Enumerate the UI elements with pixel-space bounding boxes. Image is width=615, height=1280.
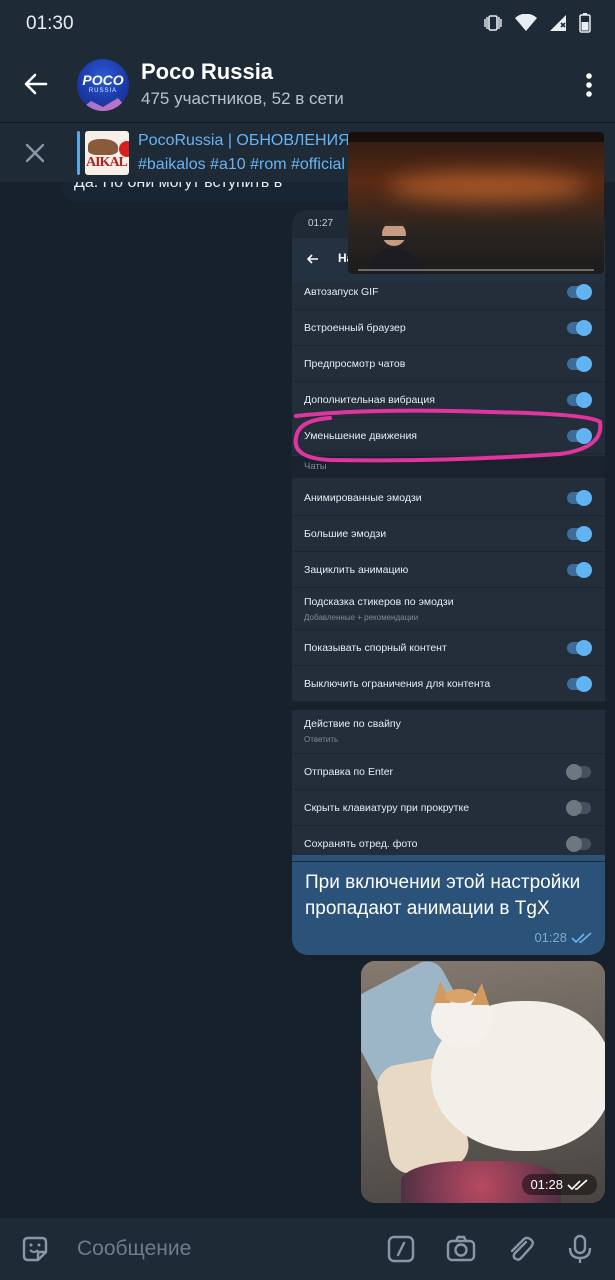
message-meta: 01:28 (534, 930, 593, 945)
slash-command-icon (387, 1235, 415, 1263)
setting-row: Зациклить анимацию (292, 552, 605, 588)
status-bar: 01:30 (0, 0, 615, 48)
toggle-switch (566, 836, 591, 852)
photo-time: 01:28 (530, 1177, 563, 1192)
setting-label: Большие эмодзи (304, 528, 387, 540)
setting-row: Предпросмотр чатов (292, 346, 605, 382)
setting-row: Отправка по Enter (292, 754, 605, 790)
pip-video-player[interactable] (348, 132, 604, 274)
setting-label: Анимированные эмодзи (304, 492, 422, 504)
message-input[interactable]: Сообщение (77, 1237, 191, 1261)
toggle-switch (567, 676, 592, 692)
setting-row: Встроенный браузер (292, 310, 605, 346)
toggle-switch (567, 320, 592, 336)
toggle-switch (567, 356, 592, 372)
camera-button[interactable] (446, 1234, 476, 1264)
toggle-switch (567, 526, 592, 542)
chat-header: POCO RUSSIA Poco Russia 475 участников, … (0, 48, 615, 122)
toggle-switch (567, 562, 592, 578)
setting-row: Выключить ограничения для контента (292, 666, 605, 702)
avatar-subtext: RUSSIA (88, 88, 118, 94)
chat-subtitle: 475 участников, 52 в сети (141, 89, 344, 108)
settings-screenshot[interactable]: 01:27 На Автозапуск GIF Встроенный брауз… (292, 210, 605, 862)
setting-row: Анимированные эмодзи (292, 480, 605, 516)
section-header: Чаты (292, 456, 605, 478)
setting-label: Автозапуск GIF (304, 286, 379, 298)
chat-title[interactable]: Poco Russia (141, 59, 273, 85)
setting-label: Дополнительная вибрация (304, 394, 435, 406)
toggle-switch (567, 640, 592, 656)
message-text: При включении этой настройки пропадают а… (305, 872, 581, 919)
voice-button[interactable] (565, 1234, 595, 1264)
setting-row: Автозапуск GIF (292, 274, 605, 310)
pin-accent-line (77, 131, 80, 175)
pin-close-button[interactable] (24, 142, 46, 164)
setting-label: Подсказка стикеров по эмодзи (304, 596, 454, 608)
status-icons (483, 13, 591, 33)
setting-row: Большие эмодзи (292, 516, 605, 552)
arrow-left-icon (306, 254, 318, 264)
attach-button[interactable] (506, 1234, 536, 1264)
double-check-icon (571, 931, 592, 943)
setting-label: Зациклить анимацию (304, 564, 409, 576)
message-composer: Сообщение (0, 1218, 615, 1280)
sticker-icon (22, 1236, 48, 1262)
arrow-left-icon (24, 73, 48, 95)
setting-row: Подсказка стикеров по эмодзи Добавленные … (292, 588, 605, 630)
more-vertical-icon (586, 73, 592, 97)
back-button[interactable] (20, 68, 52, 100)
avatar-text: POCO (82, 72, 124, 88)
chat-avatar[interactable]: POCO RUSSIA (77, 59, 129, 111)
camera-icon (446, 1235, 476, 1262)
vibrate-icon (483, 14, 503, 32)
toggle-switch (566, 764, 591, 780)
pin-thumb-text: AIKAL (86, 155, 128, 170)
section-gap (292, 702, 605, 710)
setting-label: Действие по свайпу (304, 718, 401, 730)
more-menu-button[interactable] (583, 70, 595, 100)
double-check-icon (567, 1178, 588, 1190)
setting-sublabel: Ответить (304, 735, 339, 744)
setting-sublabel: Добавленные + рекомендации (304, 613, 419, 622)
setting-row: Дополнительная вибрация (292, 382, 605, 418)
photo-message[interactable]: 01:28 (361, 961, 605, 1203)
microphone-icon (568, 1234, 592, 1263)
setting-row: Действие по свайпу Ответить (292, 710, 605, 754)
toggle-switch (567, 284, 592, 300)
setting-label: Выключить ограничения для контента (304, 678, 491, 690)
setting-label: Отправка по Enter (304, 766, 394, 778)
setting-label: Встроенный браузер (304, 322, 406, 334)
setting-label: Скрыть клавиатуру при прокрутке (304, 802, 470, 814)
sticker-button[interactable] (20, 1234, 50, 1264)
setting-row: Скрыть клавиатуру при прокрутке (292, 790, 605, 826)
status-time: 01:30 (26, 13, 74, 34)
toggle-switch (567, 490, 592, 506)
screenshot-time: 01:27 (308, 218, 334, 229)
close-icon (25, 143, 45, 163)
command-button[interactable] (386, 1234, 416, 1264)
setting-label: Показывать спорный контент (304, 642, 447, 654)
toggle-switch (566, 800, 591, 816)
setting-label: Сохранять отред. фото (304, 838, 418, 850)
section-label: Чаты (304, 461, 327, 472)
paperclip-icon (510, 1236, 534, 1261)
toggle-switch (567, 392, 592, 408)
setting-label: Предпросмотр чатов (304, 358, 406, 370)
pin-thumbnail: AIKAL (85, 131, 129, 175)
signal-icon (549, 14, 567, 32)
setting-row: Сохранять отред. фото (292, 826, 605, 862)
toggle-switch (567, 428, 592, 444)
wifi-icon (515, 14, 537, 32)
streamer-figure (368, 221, 422, 274)
photo-meta: 01:28 (522, 1174, 597, 1195)
message-time: 01:28 (534, 930, 567, 945)
setting-row: Показывать спорный контент (292, 630, 605, 666)
battery-icon (579, 13, 591, 33)
setting-label: Уменьшение движения (304, 430, 417, 442)
setting-row-reduce-motion: Уменьшение движения (292, 418, 605, 454)
outgoing-message[interactable]: 01:27 На Автозапуск GIF Встроенный брауз… (292, 210, 605, 955)
